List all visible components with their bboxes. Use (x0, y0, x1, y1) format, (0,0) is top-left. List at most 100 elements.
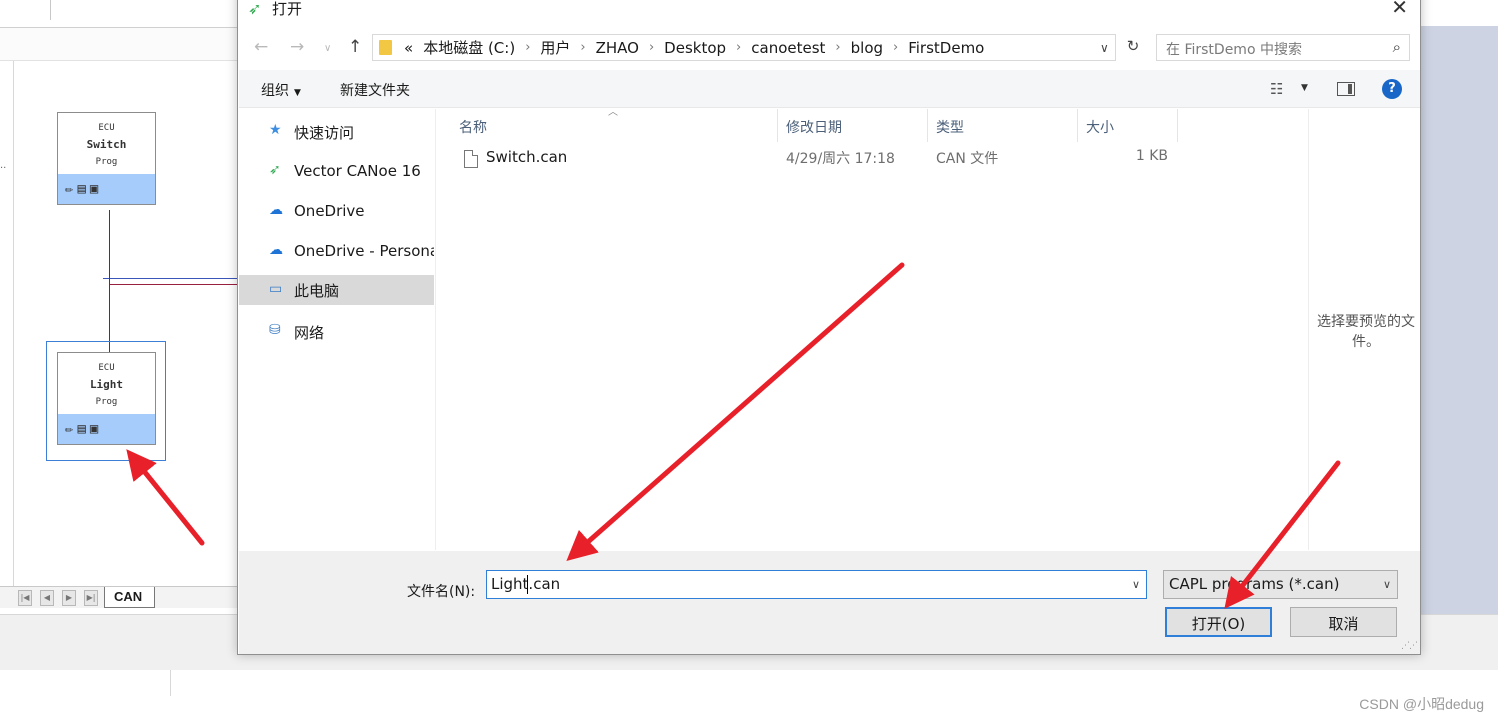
background-footer (0, 670, 1498, 724)
file-type: CAN 文件 (936, 151, 999, 167)
node-config-icon[interactable]: ▣ (90, 421, 98, 437)
nav-item-vector-canoe[interactable]: ➶ Vector CANoe 16 (239, 157, 434, 187)
address-row: ← → ∨ ↑ « 本地磁盘 (C:) › 用户 › ZHAO › Deskto… (238, 29, 1420, 65)
bus-line-red (109, 284, 240, 285)
breadcrumb-segment[interactable]: blog (851, 39, 883, 57)
organize-button[interactable]: 组织 ▼ (261, 80, 301, 100)
navigation-pane: ★ 快速访问 ➶ Vector CANoe 16 ☁ OneDrive ☁ On… (239, 109, 436, 550)
breadcrumb-segment[interactable]: FirstDemo (908, 39, 984, 57)
next-tab-button[interactable]: ▶ (62, 590, 76, 606)
search-input[interactable]: 在 FirstDemo 中搜索 ⌕ (1156, 34, 1410, 61)
ecu-name-label: Light (89, 378, 124, 391)
chevron-right-icon: › (736, 40, 742, 55)
cancel-button[interactable]: 取消 (1290, 607, 1397, 637)
search-placeholder: 在 FirstDemo 中搜索 (1166, 42, 1302, 58)
nav-item-label: 网络 (294, 324, 325, 342)
column-header-name[interactable]: 名称 (451, 109, 778, 142)
column-header-size[interactable]: 大小 (1078, 109, 1178, 142)
nav-item-this-pc[interactable]: ▭ 此电脑 (239, 275, 434, 305)
breadcrumb-segment[interactable]: Desktop (664, 39, 726, 57)
nav-item-label: OneDrive - Persona (294, 242, 434, 260)
node-config-icon[interactable]: ▣ (90, 181, 98, 197)
first-tab-button[interactable]: |◀ (18, 590, 32, 606)
breadcrumb-segment[interactable]: ZHAO (596, 39, 639, 57)
dialog-title: 打开 (272, 0, 303, 18)
resize-grip-icon[interactable]: ⋰⋰ (1401, 641, 1418, 651)
nav-item-quick-access[interactable]: ★ 快速访问 (239, 117, 434, 147)
ecu-sub-label: Prog (95, 397, 118, 407)
nav-item-label: OneDrive (294, 202, 365, 220)
details-view-icon[interactable]: ☷ (1270, 80, 1283, 98)
open-button[interactable]: 打开(O) (1165, 607, 1272, 637)
forward-icon[interactable]: → (290, 37, 304, 57)
chevron-right-icon: › (893, 40, 899, 55)
network-icon: ⛁ (269, 322, 281, 338)
canoe-icon: ➶ (248, 0, 262, 18)
bus-line-blue (103, 278, 240, 279)
background-right-panel (1420, 26, 1498, 614)
ecu-switch-node[interactable]: ECU Switch Prog ✏ ▤ ▣ (57, 112, 156, 205)
star-icon: ★ (269, 122, 282, 138)
preview-divider (1308, 109, 1309, 550)
nav-item-label: 快速访问 (294, 124, 355, 142)
file-icon (464, 150, 478, 168)
refresh-icon[interactable]: ↻ (1122, 37, 1144, 59)
ecu-type-label: ECU (98, 363, 115, 373)
ecu-name-label: Switch (86, 138, 127, 151)
pencil-icon[interactable]: ✏ (65, 421, 73, 437)
close-icon[interactable]: ✕ (1391, 0, 1408, 19)
nav-item-label: Vector CANoe 16 (294, 162, 421, 180)
up-icon[interactable]: ↑ (348, 37, 362, 57)
ecu-switch-link (109, 210, 110, 284)
chevron-down-icon[interactable]: ▼ (1301, 83, 1308, 93)
chevron-down-icon[interactable]: ∨ (1132, 578, 1140, 591)
prev-tab-button[interactable]: ◀ (40, 590, 54, 606)
file-size: 1 KB (1135, 148, 1168, 164)
filename-value: Light.can (491, 575, 561, 593)
column-header-date[interactable]: 修改日期 (778, 109, 928, 142)
filetype-select[interactable]: CAPL programs (*.can) ∨ (1163, 570, 1398, 599)
column-header-type[interactable]: 类型 (928, 109, 1078, 142)
page-tab-bar: |◀ ◀ ▶ ▶| CAN (0, 586, 240, 608)
help-icon[interactable]: ? (1382, 79, 1402, 99)
nav-item-onedrive-personal[interactable]: ☁ OneDrive - Persona (239, 237, 434, 267)
recent-locations-icon[interactable]: ∨ (324, 43, 331, 54)
last-tab-button[interactable]: ▶| (84, 590, 98, 606)
preview-message: 选择要预览的文件。 (1317, 314, 1415, 350)
search-icon[interactable]: ⌕ (1393, 38, 1401, 56)
back-icon[interactable]: ← (254, 37, 268, 57)
background-ribbon (0, 28, 240, 61)
address-bar[interactable]: « 本地磁盘 (C:) › 用户 › ZHAO › Desktop › cano… (372, 34, 1116, 61)
nav-item-onedrive[interactable]: ☁ OneDrive (239, 197, 434, 227)
breadcrumb-segment[interactable]: 用户 (540, 37, 570, 58)
dialog-footer: 文件名(N): Light.can ∨ CAPL programs (*.can… (239, 551, 1420, 654)
file-name: Switch.can (486, 148, 568, 166)
cloud-icon: ☁ (269, 242, 283, 258)
cloud-icon: ☁ (269, 202, 283, 218)
filename-input[interactable]: Light.can ∨ (486, 570, 1147, 599)
address-overflow[interactable]: « (404, 39, 413, 57)
new-folder-button[interactable]: 新建文件夹 (340, 80, 410, 100)
address-dropdown-icon[interactable]: ∨ (1100, 41, 1109, 55)
ecu-light-node[interactable]: ECU Light Prog ✏ ▤ ▣ (57, 352, 156, 445)
tab-can[interactable]: CAN (104, 587, 156, 608)
filetype-value: CAPL programs (*.can) (1169, 575, 1340, 593)
open-file-dialog: ➶ 打开 ✕ ← → ∨ ↑ « 本地磁盘 (C:) › 用户 › ZHAO ›… (237, 0, 1421, 655)
chevron-down-icon: ∨ (1382, 578, 1391, 591)
folder-icon (379, 40, 392, 55)
background-toolbar (0, 0, 240, 28)
breadcrumb-segment[interactable]: canoetest (751, 39, 825, 57)
stack-icon[interactable]: ▤ (77, 181, 85, 197)
canoe-icon: ➶ (269, 162, 281, 178)
chevron-down-icon: ▼ (294, 88, 301, 98)
pencil-icon[interactable]: ✏ (65, 181, 73, 197)
command-bar: 组织 ▼ 新建文件夹 ☷ ▼ ? (239, 70, 1420, 108)
stack-icon[interactable]: ▤ (77, 421, 85, 437)
nav-item-network[interactable]: ⛁ 网络 (239, 317, 434, 347)
ecu-type-label: ECU (98, 123, 115, 133)
dialog-titlebar: ➶ 打开 ✕ (238, 0, 1420, 29)
file-row[interactable]: Switch.can 4/29/周六 17:18 CAN 文件 1 KB (438, 148, 1180, 176)
breadcrumb-segment[interactable]: 本地磁盘 (C:) (423, 37, 515, 58)
preview-pane-icon[interactable] (1337, 82, 1355, 96)
chevron-right-icon: › (648, 40, 655, 55)
